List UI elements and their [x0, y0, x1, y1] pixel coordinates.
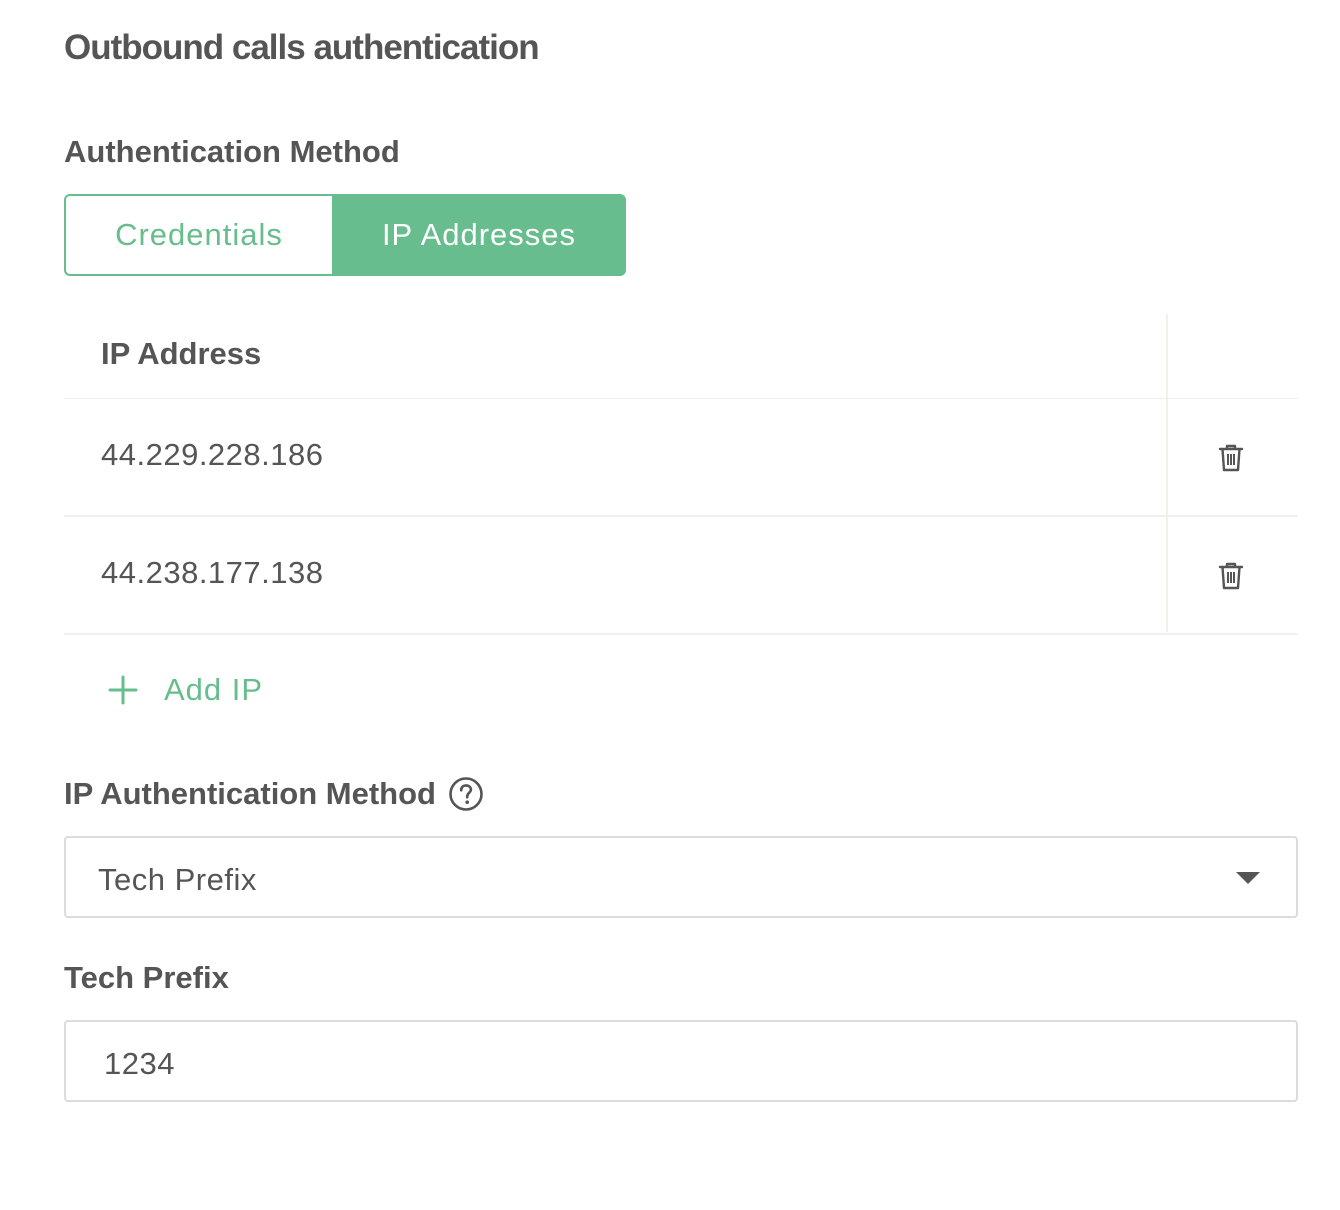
ip-address-value: 44.238.177.138	[101, 555, 324, 590]
add-ip-button[interactable]: Add IP	[106, 672, 263, 708]
trash-icon	[1218, 562, 1244, 590]
plus-icon	[106, 673, 140, 707]
tech-prefix-input[interactable]: 1234	[64, 1020, 1298, 1102]
caret-down-icon	[1236, 872, 1260, 884]
ip-address-value: 44.229.228.186	[101, 437, 324, 472]
delete-ip-button[interactable]	[1214, 441, 1248, 475]
question-circle-icon[interactable]	[448, 776, 484, 812]
authentication-method-toggle: Credentials IP Addresses	[64, 194, 626, 276]
ip-authentication-method-select[interactable]: Tech Prefix	[64, 836, 1298, 918]
delete-ip-button[interactable]	[1214, 559, 1248, 593]
authentication-method-label: Authentication Method	[64, 134, 400, 169]
table-row: 44.229.228.186	[64, 399, 1298, 517]
ip-addresses-tab[interactable]: IP Addresses	[332, 194, 626, 276]
tech-prefix-label: Tech Prefix	[64, 960, 229, 995]
table-header: IP Address	[64, 314, 1298, 399]
add-ip-label: Add IP	[164, 672, 264, 707]
table-row: 44.238.177.138	[64, 517, 1298, 635]
page-title: Outbound calls authentication	[64, 28, 540, 67]
tech-prefix-value: 1234	[104, 1046, 175, 1081]
credentials-tab[interactable]: Credentials	[64, 194, 332, 276]
ip-authentication-method-label: IP Authentication Method	[64, 776, 484, 812]
ip-address-table: IP Address 44.229.228.186 44.238.177.138	[64, 314, 1298, 635]
trash-icon	[1218, 444, 1244, 472]
select-value: Tech Prefix	[98, 862, 257, 897]
ip-authentication-method-text: IP Authentication Method	[64, 776, 436, 811]
ip-address-column-header: IP Address	[101, 336, 262, 371]
